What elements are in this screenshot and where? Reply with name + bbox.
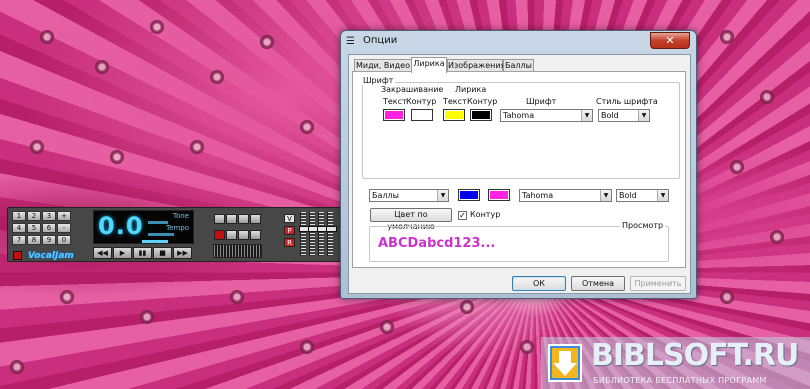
tool-button[interactable]	[226, 214, 237, 224]
chevron-down-icon: ▼	[581, 110, 592, 121]
lyrics-header: Лирика	[455, 85, 487, 94]
numpad-key[interactable]: 1	[12, 211, 26, 221]
tone-level	[148, 221, 168, 224]
mixer-slider[interactable]	[308, 212, 319, 256]
close-button[interactable]: ✕	[650, 32, 690, 49]
tool-button[interactable]	[250, 230, 261, 240]
default-color-button[interactable]: Цвет по умолчанию	[370, 208, 452, 231]
lcd-value: 0.0	[98, 212, 144, 240]
dialog-title: Опции	[363, 35, 398, 46]
title-bar[interactable]: ☰ Опции ✕	[341, 31, 696, 53]
stop-button[interactable]: ■	[153, 247, 172, 259]
outline-checkbox[interactable]: ✓	[458, 211, 467, 220]
chevron-down-icon: ▼	[638, 110, 649, 121]
lcd-display: 0.0 Tone Tempo	[93, 210, 194, 244]
fill-text-label: Текст	[383, 97, 407, 106]
apply-button[interactable]: Применить	[630, 276, 686, 291]
lyrics-text-label: Текст	[443, 97, 467, 106]
transport-controls: ◀◀ ▶ ▮▮ ■ ▶▶	[93, 247, 194, 259]
tempo-level	[148, 233, 174, 236]
watermark-subtitle: БИБЛИОТЕКА БЕСПЛАТНЫХ ПРОГРАММ	[593, 376, 767, 385]
numpad-key[interactable]: 6	[42, 223, 56, 233]
numpad-key[interactable]: 8	[27, 235, 41, 245]
lyrics-text-color-swatch[interactable]	[443, 109, 465, 121]
numpad-key[interactable]: 4	[12, 223, 26, 233]
chevron-down-icon: ▼	[437, 190, 448, 201]
style-header: Стиль шрифта	[596, 97, 658, 106]
font-select-value: Tahoma	[503, 111, 535, 120]
play-button[interactable]: ▶	[113, 247, 132, 259]
record-button[interactable]	[13, 251, 22, 260]
options-dialog: ☰ Опции ✕ Миди, Видео Лирика Изображения…	[340, 30, 697, 299]
numpad-key[interactable]: 2	[27, 211, 41, 221]
font-style-select-value: Bold	[601, 111, 619, 120]
vocaljam-player: 1 2 3 + 4 5 6 - 7 8 9 0 VocalJam 0.0 Ton…	[7, 207, 343, 262]
watermark-title: BIBLSOFT.RU	[591, 338, 799, 373]
ok-button[interactable]: ОК	[512, 276, 566, 291]
lyrics-outline-label: Контур	[467, 97, 498, 106]
tool-button[interactable]	[238, 214, 249, 224]
numpad-key[interactable]: 7	[12, 235, 26, 245]
font-style-select[interactable]: Bold ▼	[598, 109, 650, 122]
vocaljam-logo: VocalJam	[28, 251, 74, 261]
chevron-down-icon: ▼	[600, 190, 611, 201]
scores-font-select[interactable]: Tahoma ▼	[519, 189, 612, 202]
tool-button[interactable]	[238, 230, 249, 240]
download-icon	[548, 344, 582, 382]
lyrics-tab-panel: Шрифт Закрашивание Текст Контур Лирика Т…	[352, 71, 686, 268]
mixer-slider[interactable]	[317, 212, 328, 256]
tone-label: Tone	[172, 212, 189, 220]
scores-font-select-value: Tahoma	[522, 191, 554, 200]
position-bar	[142, 240, 168, 243]
preview-group: Просмотр ABCDabcd123...	[369, 221, 669, 262]
record-small-button[interactable]	[214, 230, 225, 240]
tool-button[interactable]	[226, 230, 237, 240]
volume-meter	[213, 244, 262, 258]
scores-text-color-swatch[interactable]	[458, 189, 480, 201]
pause-button[interactable]: ▮▮	[133, 247, 152, 259]
scores-style-select[interactable]: Bold ▼	[616, 189, 669, 202]
target-select-value: Баллы	[372, 191, 399, 200]
v-button[interactable]: V	[284, 214, 295, 223]
outline-checkbox-label: Контур	[470, 210, 501, 219]
font-select[interactable]: Tahoma ▼	[500, 109, 593, 122]
p-button[interactable]: P	[284, 226, 295, 235]
rewind-button[interactable]: ◀◀	[93, 247, 112, 259]
tool-button[interactable]	[250, 214, 261, 224]
mixer-slider[interactable]	[299, 212, 310, 256]
font-group: Шрифт Закрашивание Текст Контур Лирика Т…	[361, 76, 680, 179]
biblsoft-watermark: BIBLSOFT.RU БИБЛИОТЕКА БЕСПЛАТНЫХ ПРОГРА…	[541, 337, 810, 389]
chevron-down-icon: ▼	[657, 190, 668, 201]
numpad-key[interactable]: 0	[57, 235, 71, 245]
dialog-client: Миди, Видео Лирика Изображения Баллы Шри…	[348, 54, 691, 294]
numpad-key[interactable]: 9	[42, 235, 56, 245]
forward-button[interactable]: ▶▶	[173, 247, 192, 259]
fill-outline-label: Контур	[406, 97, 437, 106]
tempo-label: Tempo	[166, 224, 189, 232]
tab-lyrics[interactable]: Лирика	[411, 57, 447, 73]
numpad-key[interactable]: -	[57, 223, 71, 233]
fill-text-color-swatch[interactable]	[383, 109, 405, 121]
app-icon: ☰	[346, 36, 355, 47]
numpad-key[interactable]: 3	[42, 211, 56, 221]
tool-button[interactable]	[214, 214, 225, 224]
preview-text: ABCDabcd123...	[378, 236, 496, 251]
numpad-key[interactable]: +	[57, 211, 71, 221]
scores-outline-color-swatch[interactable]	[488, 189, 510, 201]
key-numpad: 1 2 3 + 4 5 6 - 7 8 9 0	[12, 211, 74, 256]
target-select[interactable]: Баллы ▼	[369, 189, 449, 202]
scores-style-select-value: Bold	[619, 191, 637, 200]
fill-outline-color-swatch[interactable]	[411, 109, 433, 121]
font-header: Шрифт	[526, 97, 557, 106]
preview-title: Просмотр	[620, 221, 666, 230]
r-button[interactable]: R	[284, 238, 295, 247]
cancel-button[interactable]: Отмена	[571, 276, 625, 291]
fill-header: Закрашивание	[381, 85, 444, 94]
numpad-key[interactable]: 5	[27, 223, 41, 233]
mixer-slider[interactable]	[326, 212, 337, 256]
font-group-title: Шрифт	[361, 76, 396, 85]
lyrics-outline-color-swatch[interactable]	[470, 109, 492, 121]
